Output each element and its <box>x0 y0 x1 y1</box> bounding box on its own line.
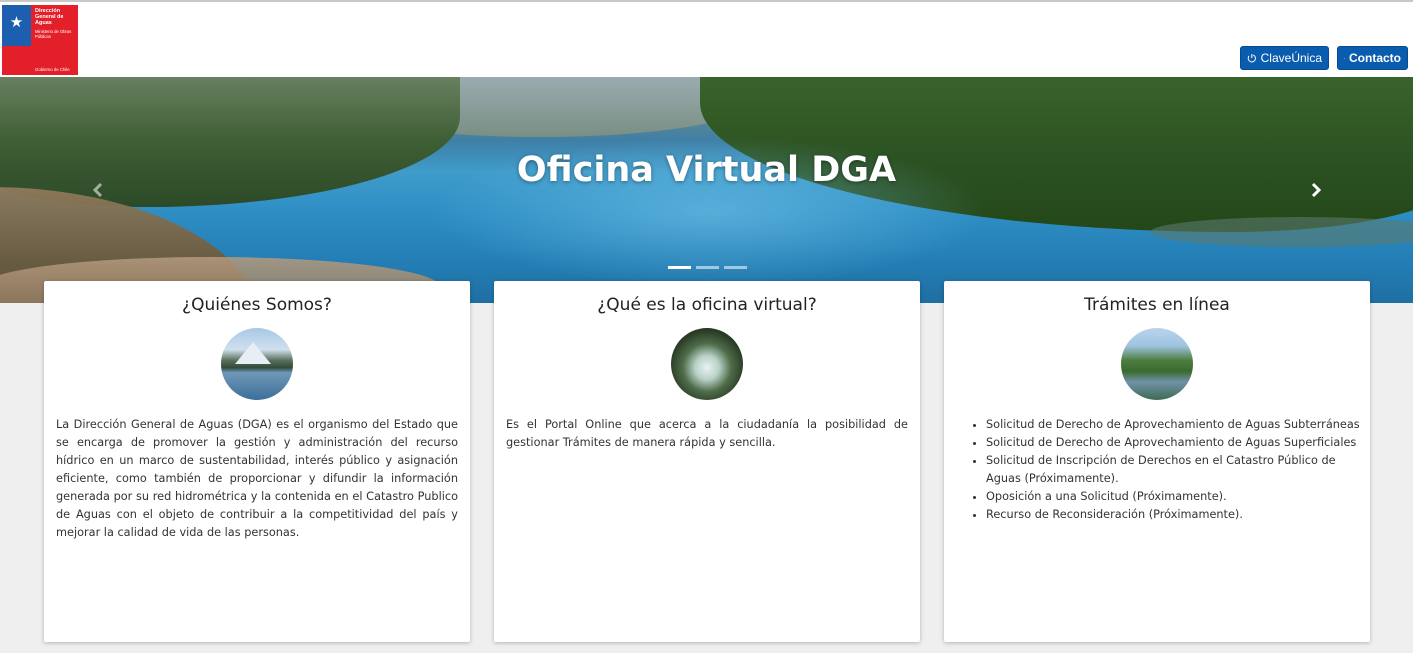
card-oficina-virtual: ¿Qué es la oficina virtual? Es el Portal… <box>494 281 920 642</box>
contacto-button[interactable]: Contacto <box>1337 46 1408 70</box>
chile-emblem-icon: ★ <box>9 13 24 31</box>
card-title: ¿Quiénes Somos? <box>182 295 332 315</box>
claveunica-button[interactable]: ClaveÚnica <box>1240 46 1329 70</box>
card-title: Trámites en línea <box>1084 295 1230 315</box>
carousel-prev-button[interactable] <box>88 179 108 201</box>
logo-red-bottom <box>2 46 31 75</box>
waterfall-image <box>671 328 743 400</box>
chevron-left-icon <box>92 182 103 198</box>
tramites-list: Solicitud de Derecho de Aprovechamiento … <box>986 416 1366 524</box>
river-image <box>1121 328 1193 400</box>
card-text: La Dirección General de Aguas (DGA) es e… <box>56 418 458 539</box>
power-icon <box>1247 54 1256 63</box>
carousel-indicator-2[interactable] <box>696 266 719 269</box>
hero-title: Oficina Virtual DGA <box>516 150 897 190</box>
carousel-next-button[interactable] <box>1306 179 1326 201</box>
contacto-label: Contacto <box>1349 51 1401 65</box>
tramite-item[interactable]: Solicitud de Derecho de Aprovechamiento … <box>986 416 1366 434</box>
logo-line3: Gobierno de Chile <box>35 67 70 72</box>
claveunica-label: ClaveÚnica <box>1260 51 1322 65</box>
carousel-indicator-3[interactable] <box>724 266 747 269</box>
tramite-item[interactable]: Recurso de Reconsideración (Próximamente… <box>986 506 1366 524</box>
hero-bg-shore <box>1150 217 1413 247</box>
gobierno-logo[interactable]: ★ Dirección General de Aguas Ministerio … <box>2 5 78 75</box>
lake-image <box>221 328 293 400</box>
tramite-item[interactable]: Solicitud de Derecho de Aprovechamiento … <box>986 434 1366 452</box>
card-text: Es el Portal Online que acerca a la ciud… <box>506 418 908 449</box>
card-quienes-somos: ¿Quiénes Somos? La Dirección General de … <box>44 281 470 642</box>
tramite-item[interactable]: Oposición a una Solicitud (Próximamente)… <box>986 488 1366 506</box>
logo-line2: Ministerio de Obras Públicas <box>35 29 72 39</box>
card-tramites-en-linea: Trámites en línea Solicitud de Derecho d… <box>944 281 1370 642</box>
phone-icon <box>1344 57 1345 59</box>
header: ★ Dirección General de Aguas Ministerio … <box>0 2 1413 77</box>
hero-carousel: Oficina Virtual DGA <box>0 77 1413 303</box>
chevron-right-icon <box>1311 182 1322 198</box>
tramite-item[interactable]: Solicitud de Inscripción de Derechos en … <box>986 452 1366 488</box>
carousel-indicators <box>668 266 747 269</box>
logo-line1: Dirección General de Aguas <box>35 8 64 26</box>
carousel-indicator-1[interactable] <box>668 266 691 269</box>
card-title: ¿Qué es la oficina virtual? <box>597 295 817 315</box>
